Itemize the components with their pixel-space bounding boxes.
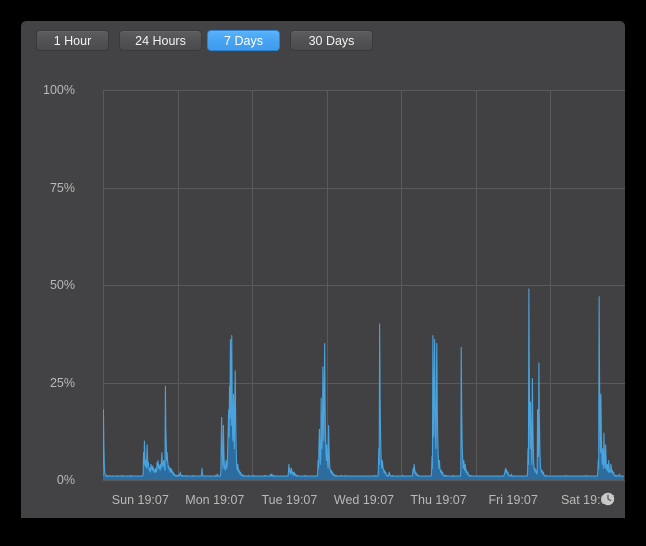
clock-icon[interactable]	[601, 492, 615, 506]
range-button-24-hours[interactable]: 24 Hours	[119, 30, 202, 51]
time-range-toolbar: 1 Hour 24 Hours 7 Days 30 Days	[21, 21, 625, 61]
cpu-history-window: 1 Hour 24 Hours 7 Days 30 Days 100% 75% 50…	[21, 21, 625, 518]
range-button-1-hour[interactable]: 1 Hour	[36, 30, 109, 51]
x-axis-labels: Sun 19:07 Mon 19:07 Tue 19:07 Wed 19:07 Thu …	[21, 61, 625, 518]
range-button-7-days[interactable]: 7 Days	[207, 30, 280, 51]
range-button-30-days[interactable]: 30 Days	[290, 30, 373, 51]
cpu-usage-chart: 100% 75% 50% 25% 0% Sun 19:07 Mon 19:07 Tue 19…	[21, 61, 625, 518]
